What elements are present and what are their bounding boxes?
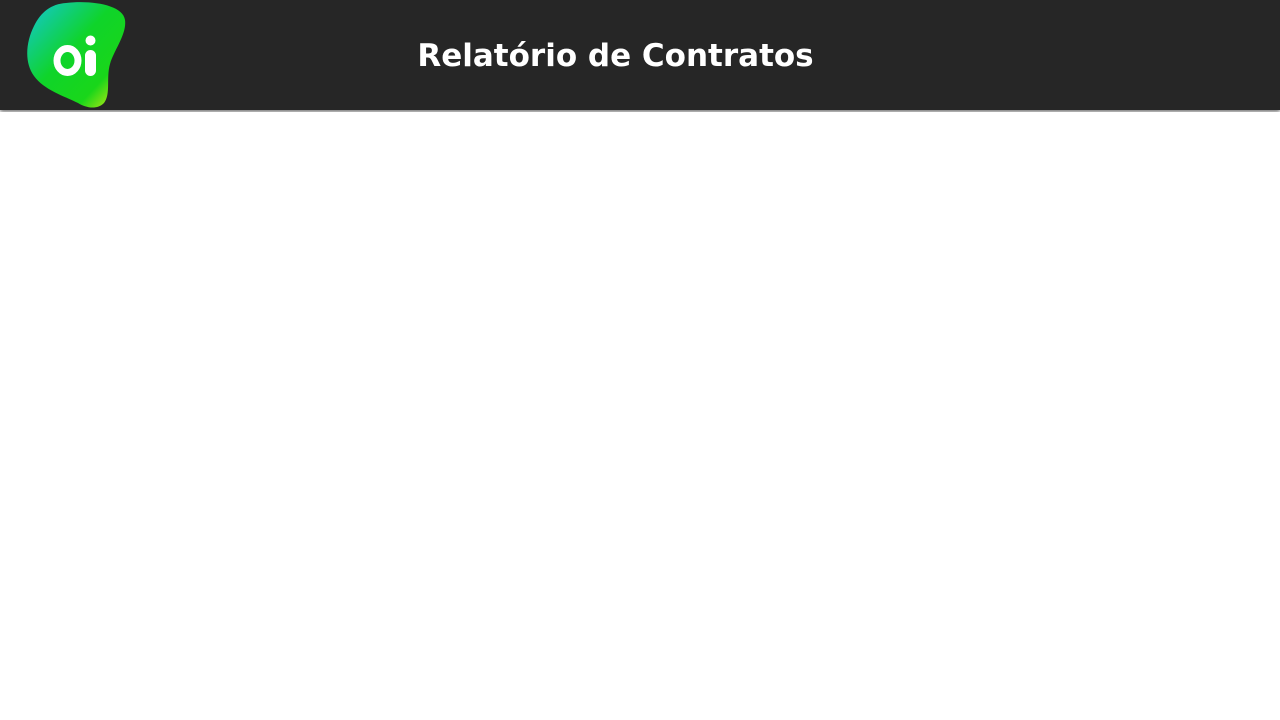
app-header: Relatório de Contratos [0, 0, 1280, 110]
main-content [0, 112, 1280, 720]
page-title: Relatório de Contratos [417, 38, 814, 74]
